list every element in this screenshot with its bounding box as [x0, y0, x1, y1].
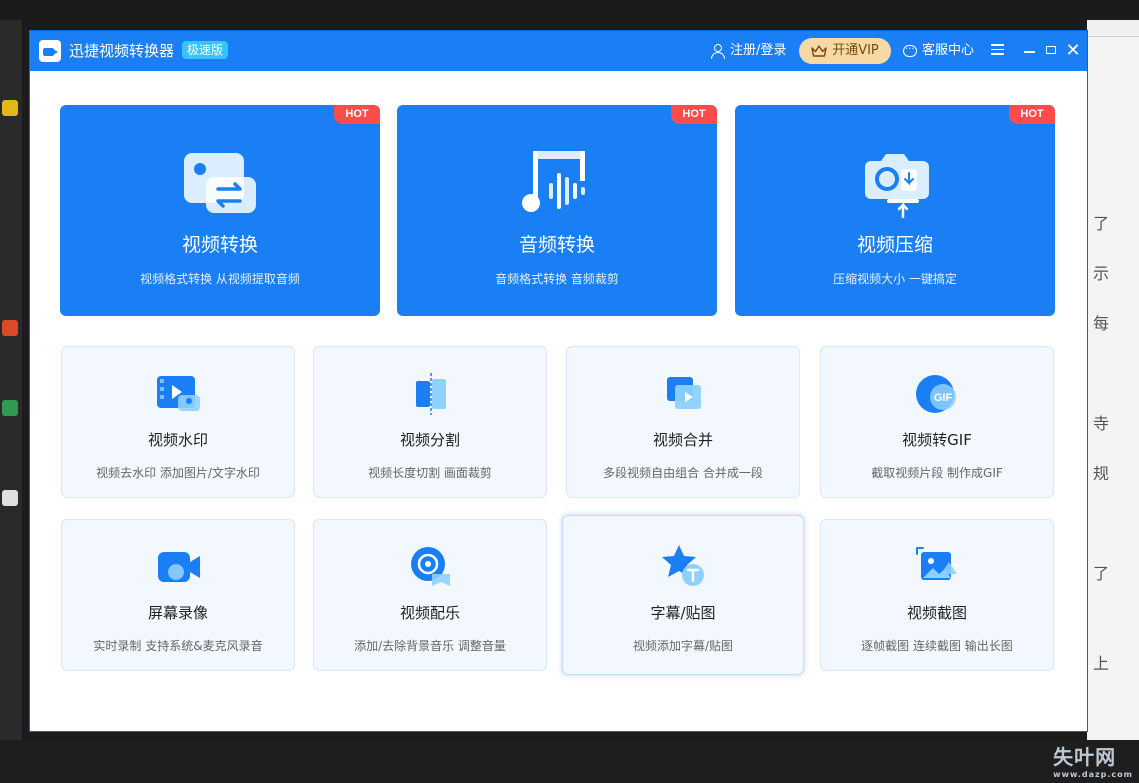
screen-record-icon [158, 552, 200, 582]
site-watermark: 失叶网 www.dazp.com [1053, 745, 1133, 779]
background-desktop-strip [0, 20, 22, 740]
tool-title: 视频水印 [147, 431, 208, 449]
video-watermark-icon [157, 376, 200, 411]
background-document-window: 了 示 每 寺 规 了 上 [1087, 20, 1139, 740]
tool-card-audio-convert[interactable]: HOT 音频转换 音频格式转换 音频裁剪 [397, 105, 717, 316]
tool-card-subtitle-sticker[interactable]: 字幕/贴图 视频添加字幕/贴图 [562, 515, 804, 675]
menu-icon[interactable] [987, 41, 1007, 61]
tool-subtitle: 音频格式转换 音频裁剪 [495, 272, 619, 286]
tool-card-video-convert[interactable]: HOT 视频转换 视频格式转换 从视频提取音频 [60, 105, 380, 316]
tool-subtitle: 压缩视频大小 一键搞定 [833, 272, 957, 286]
tool-subtitle: 视频格式转换 从视频提取音频 [140, 272, 300, 286]
background-text: 寺 [1093, 414, 1110, 433]
vip-button[interactable]: 开通VIP [799, 38, 891, 64]
desktop-icon [2, 320, 18, 336]
tool-title: 视频分割 [399, 431, 460, 449]
gif-icon: GIF [916, 375, 956, 413]
background-text: 示 [1093, 264, 1110, 283]
customer-service-button[interactable]: 客服中心 [903, 40, 975, 61]
tool-title: 字幕/贴图 [650, 604, 716, 622]
tool-subtitle: 视频去水印 添加图片/文字水印 [96, 466, 260, 480]
tool-title: 视频合并 [652, 431, 713, 449]
background-text: 规 [1093, 464, 1110, 483]
minimize-icon[interactable] [1019, 41, 1039, 61]
tool-subtitle: 视频添加字幕/贴图 [632, 639, 734, 653]
background-text: 上 [1093, 654, 1110, 673]
service-label: 客服中心 [922, 43, 975, 58]
tool-title: 屏幕录像 [147, 604, 208, 622]
tool-card-video-split[interactable]: 视频分割 视频长度切割 画面裁剪 [313, 346, 547, 498]
background-taskbar: 失叶网 www.dazp.com [0, 740, 1139, 783]
title-bar[interactable]: 迅捷视频转换器 极速版 注册/登录 开通VIP 客服中心 ✕ [30, 31, 1087, 71]
login-button[interactable]: 注册/登录 [710, 41, 786, 61]
tool-card-video-music[interactable]: 视频配乐 添加/去除背景音乐 调整音量 [313, 519, 547, 671]
tool-subtitle: 添加/去除背景音乐 调整音量 [354, 639, 506, 653]
tool-subtitle: 视频长度切割 画面裁剪 [368, 466, 492, 480]
video-compress-icon [865, 154, 929, 219]
tool-subtitle: 实时录制 支持系统&麦克风录音 [93, 639, 263, 653]
tool-card-video-watermark[interactable]: 视频水印 视频去水印 添加图片/文字水印 [61, 346, 295, 498]
hot-badge: HOT [334, 105, 380, 124]
tool-title: 视频压缩 [856, 234, 933, 256]
background-text: 了 [1093, 564, 1110, 583]
tool-title: 视频转换 [181, 234, 258, 256]
video-convert-icon [184, 153, 256, 213]
crown-icon [811, 45, 827, 57]
desktop-icon [2, 490, 18, 506]
tool-card-video-merge[interactable]: 视频合并 多段视频自由组合 合并成一段 [566, 346, 800, 498]
tool-card-video-compress[interactable]: HOT 视频压缩 压缩视频大小 一键搞定 [735, 105, 1055, 316]
app-window: 迅捷视频转换器 极速版 注册/登录 开通VIP 客服中心 ✕ HOT [30, 31, 1087, 731]
maximize-icon[interactable] [1041, 41, 1061, 61]
background-text: 了 [1093, 214, 1110, 233]
tool-card-video-screenshot[interactable]: 视频截图 逐帧截图 连续截图 输出长图 [820, 519, 1054, 671]
desktop-icon [2, 100, 18, 116]
tool-subtitle: 截取视频片段 制作成GIF [871, 466, 1003, 480]
chat-icon [903, 40, 917, 60]
tool-card-video-gif[interactable]: GIF 视频转GIF 截取视频片段 制作成GIF [820, 346, 1054, 498]
desktop-icon [2, 400, 18, 416]
login-label: 注册/登录 [730, 43, 787, 58]
hot-badge: HOT [671, 105, 717, 124]
tool-title: 视频截图 [906, 604, 967, 622]
tool-subtitle: 逐帧截图 连续截图 输出长图 [861, 639, 1013, 653]
subtitle-sticker-icon [662, 545, 704, 586]
background-text: 每 [1093, 314, 1110, 333]
vip-label: 开通VIP [832, 43, 879, 58]
tool-card-screen-record[interactable]: 屏幕录像 实时录制 支持系统&麦克风录音 [61, 519, 295, 671]
tool-subtitle: 多段视频自由组合 合并成一段 [603, 466, 763, 480]
close-icon[interactable]: ✕ [1063, 41, 1083, 61]
tool-title: 视频配乐 [399, 604, 460, 622]
video-merge-icon [667, 377, 701, 409]
hot-badge: HOT [1009, 105, 1055, 124]
video-music-icon [411, 547, 450, 586]
app-title: 迅捷视频转换器 [69, 42, 175, 60]
svg-text:GIF: GIF [934, 392, 953, 404]
audio-convert-icon [522, 151, 585, 212]
video-screenshot-icon [916, 547, 957, 580]
background-toolbar [1087, 20, 1139, 37]
tool-title: 音频转换 [518, 234, 595, 256]
app-logo-icon [39, 40, 61, 62]
user-icon [710, 43, 726, 59]
edition-badge: 极速版 [182, 41, 229, 59]
tool-title: 视频转GIF [902, 431, 972, 449]
video-split-icon [416, 373, 446, 415]
